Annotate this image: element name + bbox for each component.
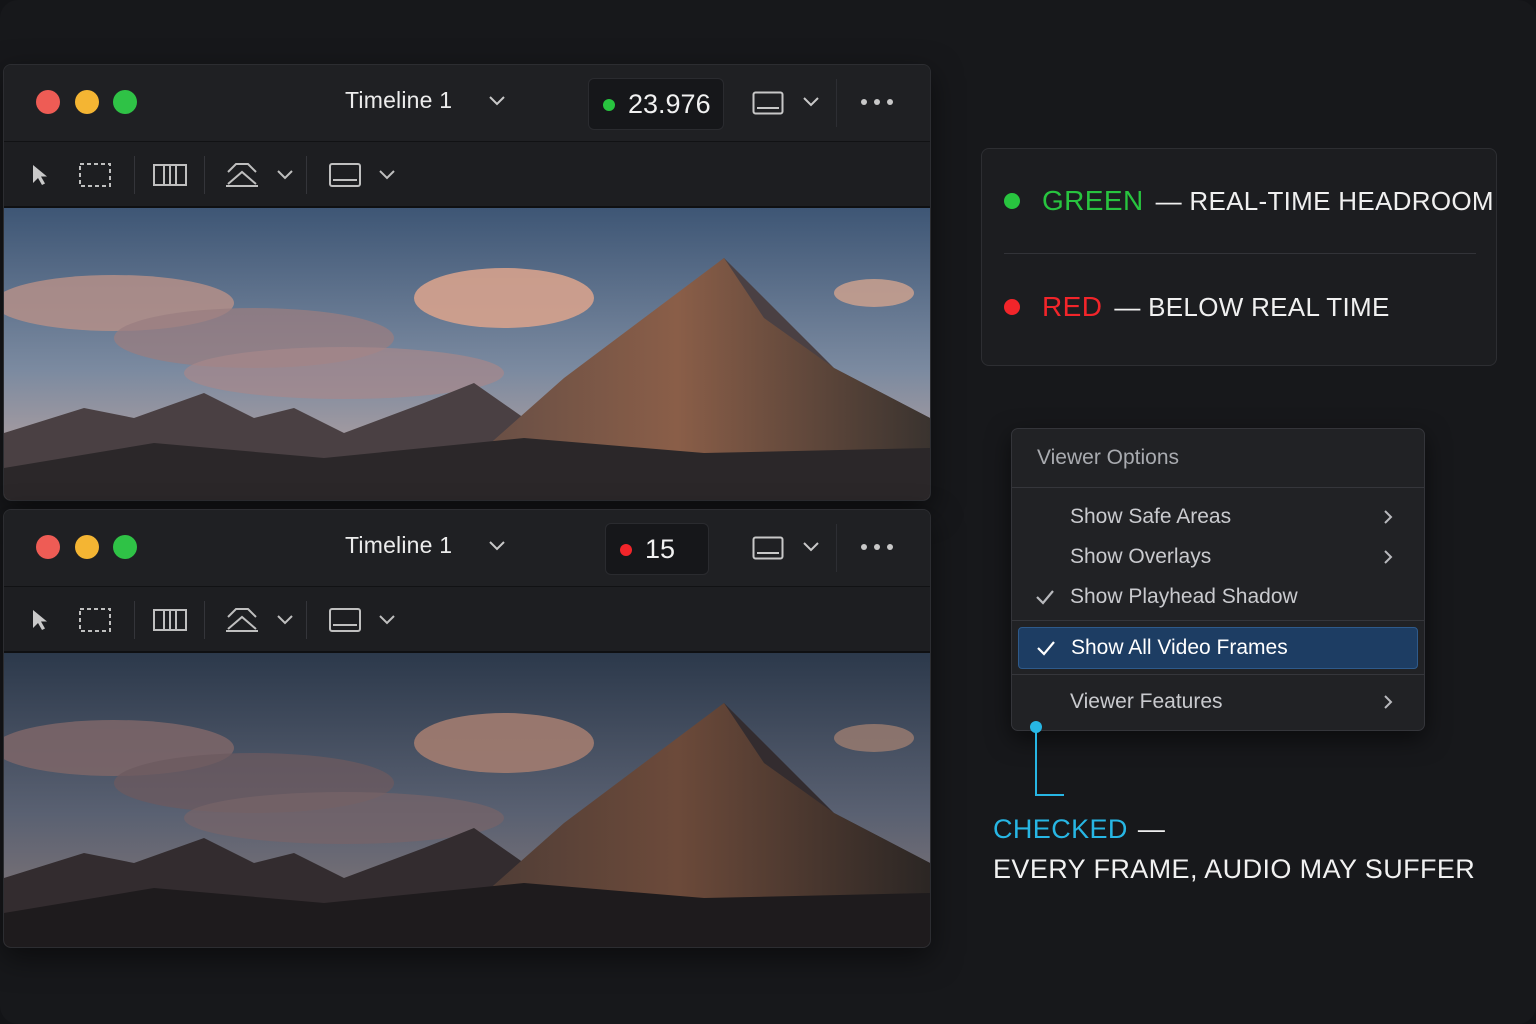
monitor-icon[interactable]: [328, 607, 362, 633]
menu-item-viewer-features[interactable]: Viewer Features: [1018, 682, 1418, 722]
chevron-down-icon[interactable]: [378, 613, 396, 627]
chevron-right-icon: [1384, 550, 1393, 564]
transform-icon[interactable]: [224, 160, 260, 190]
chevron-right-icon: [1384, 510, 1393, 524]
monitor-icon[interactable]: [328, 162, 362, 188]
playback-fps-indicator: 15: [605, 523, 709, 575]
viewer-window-below-realtime: Timeline 1 15: [3, 509, 931, 948]
menu-item-label: Show Overlays: [1070, 545, 1212, 568]
monitor-icon[interactable]: [752, 536, 784, 560]
zoom-window-button[interactable]: [113, 90, 137, 114]
status-dot-red: [1004, 299, 1020, 315]
callout-leader-line: [1030, 721, 1064, 796]
toolbar-divider: [836, 79, 837, 127]
menu-header: Viewer Options: [1012, 429, 1424, 488]
viewer-titlebar: Timeline 1 23.976: [4, 65, 930, 142]
toolbar-divider: [134, 156, 135, 194]
viewer-toolbar: [4, 587, 930, 653]
minimize-window-button[interactable]: [75, 535, 99, 559]
menu-item-label: Show All Video Frames: [1071, 636, 1288, 659]
toolbar-divider: [836, 524, 837, 572]
callout-description: EVERY FRAME, AUDIO MAY SUFFER: [993, 854, 1476, 884]
viewer-options-menu: Viewer Options Show Safe Areas Show Over…: [1011, 428, 1425, 731]
toolbar-divider: [204, 601, 205, 639]
legend-desc-red: — BELOW REAL TIME: [1114, 291, 1390, 322]
timeline-name[interactable]: Timeline 1: [345, 532, 452, 559]
monitor-icon[interactable]: [752, 91, 784, 115]
callout-heading: CHECKED —: [993, 814, 1165, 845]
menu-divider: [1012, 620, 1424, 621]
menu-item-label: Show Playhead Shadow: [1070, 585, 1298, 608]
chevron-down-icon[interactable]: [378, 168, 396, 182]
checkmark-icon: [1037, 641, 1055, 656]
playback-fps-value: 23.976: [628, 89, 711, 119]
legend-divider: [1004, 253, 1476, 254]
timeline-name[interactable]: Timeline 1: [345, 87, 452, 114]
playback-fps-indicator: 23.976: [588, 78, 724, 130]
status-dot-green: [603, 99, 615, 111]
trim-icon[interactable]: [152, 162, 188, 188]
menu-item-show-safe-areas[interactable]: Show Safe Areas: [1018, 497, 1418, 537]
more-options-icon[interactable]: [860, 97, 894, 107]
minimize-window-button[interactable]: [75, 90, 99, 114]
viewer-titlebar: Timeline 1 15: [4, 510, 930, 587]
transform-icon[interactable]: [224, 605, 260, 635]
toolbar-divider: [306, 156, 307, 194]
close-window-button[interactable]: [36, 90, 60, 114]
callout-dash: —: [1137, 814, 1166, 844]
more-options-icon[interactable]: [860, 542, 894, 552]
menu-divider: [1012, 674, 1424, 675]
menu-title: Viewer Options: [1037, 446, 1180, 469]
viewer-window-realtime: Timeline 1 23.976: [3, 64, 931, 501]
video-frame-mountain-dim: [4, 653, 930, 947]
status-dot-green: [1004, 193, 1020, 209]
chevron-down-icon[interactable]: [276, 168, 294, 182]
toolbar-divider: [204, 156, 205, 194]
video-frame-mountain: [4, 208, 930, 500]
close-window-button[interactable]: [36, 535, 60, 559]
selection-marquee-icon[interactable]: [78, 162, 112, 188]
chevron-down-icon[interactable]: [487, 538, 507, 554]
chevron-down-icon[interactable]: [802, 540, 820, 554]
chevron-down-icon[interactable]: [276, 613, 294, 627]
pointer-icon[interactable]: [30, 608, 50, 632]
toolbar-divider: [134, 601, 135, 639]
menu-item-show-playhead-shadow[interactable]: Show Playhead Shadow: [1018, 577, 1418, 617]
status-dot-red: [620, 544, 632, 556]
legend-desc-green: — REAL-TIME HEADROOM: [1155, 185, 1494, 216]
trim-icon[interactable]: [152, 607, 188, 633]
legend-key-red: RED: [1042, 291, 1103, 322]
menu-item-label: Viewer Features: [1070, 690, 1223, 713]
zoom-window-button[interactable]: [113, 535, 137, 559]
viewer-toolbar: [4, 142, 930, 208]
selection-marquee-icon[interactable]: [78, 607, 112, 633]
playback-fps-value: 15: [645, 534, 676, 564]
legend-row-red: RED — BELOW REAL TIME: [1004, 287, 1390, 327]
menu-item-show-overlays[interactable]: Show Overlays: [1018, 537, 1418, 577]
callout-key: CHECKED: [993, 814, 1128, 844]
toolbar-divider: [306, 601, 307, 639]
legend-key-green: GREEN: [1042, 185, 1144, 216]
status-legend: GREEN — REAL-TIME HEADROOM RED — BELOW R…: [981, 148, 1497, 366]
chevron-down-icon[interactable]: [802, 95, 820, 109]
chevron-down-icon[interactable]: [487, 93, 507, 109]
legend-row-green: GREEN — REAL-TIME HEADROOM: [1004, 181, 1494, 221]
chevron-right-icon: [1384, 695, 1393, 709]
checkmark-icon: [1036, 590, 1054, 605]
pointer-icon[interactable]: [30, 163, 50, 187]
menu-item-label: Show Safe Areas: [1070, 505, 1232, 528]
menu-item-show-all-video-frames[interactable]: Show All Video Frames: [1018, 627, 1418, 669]
